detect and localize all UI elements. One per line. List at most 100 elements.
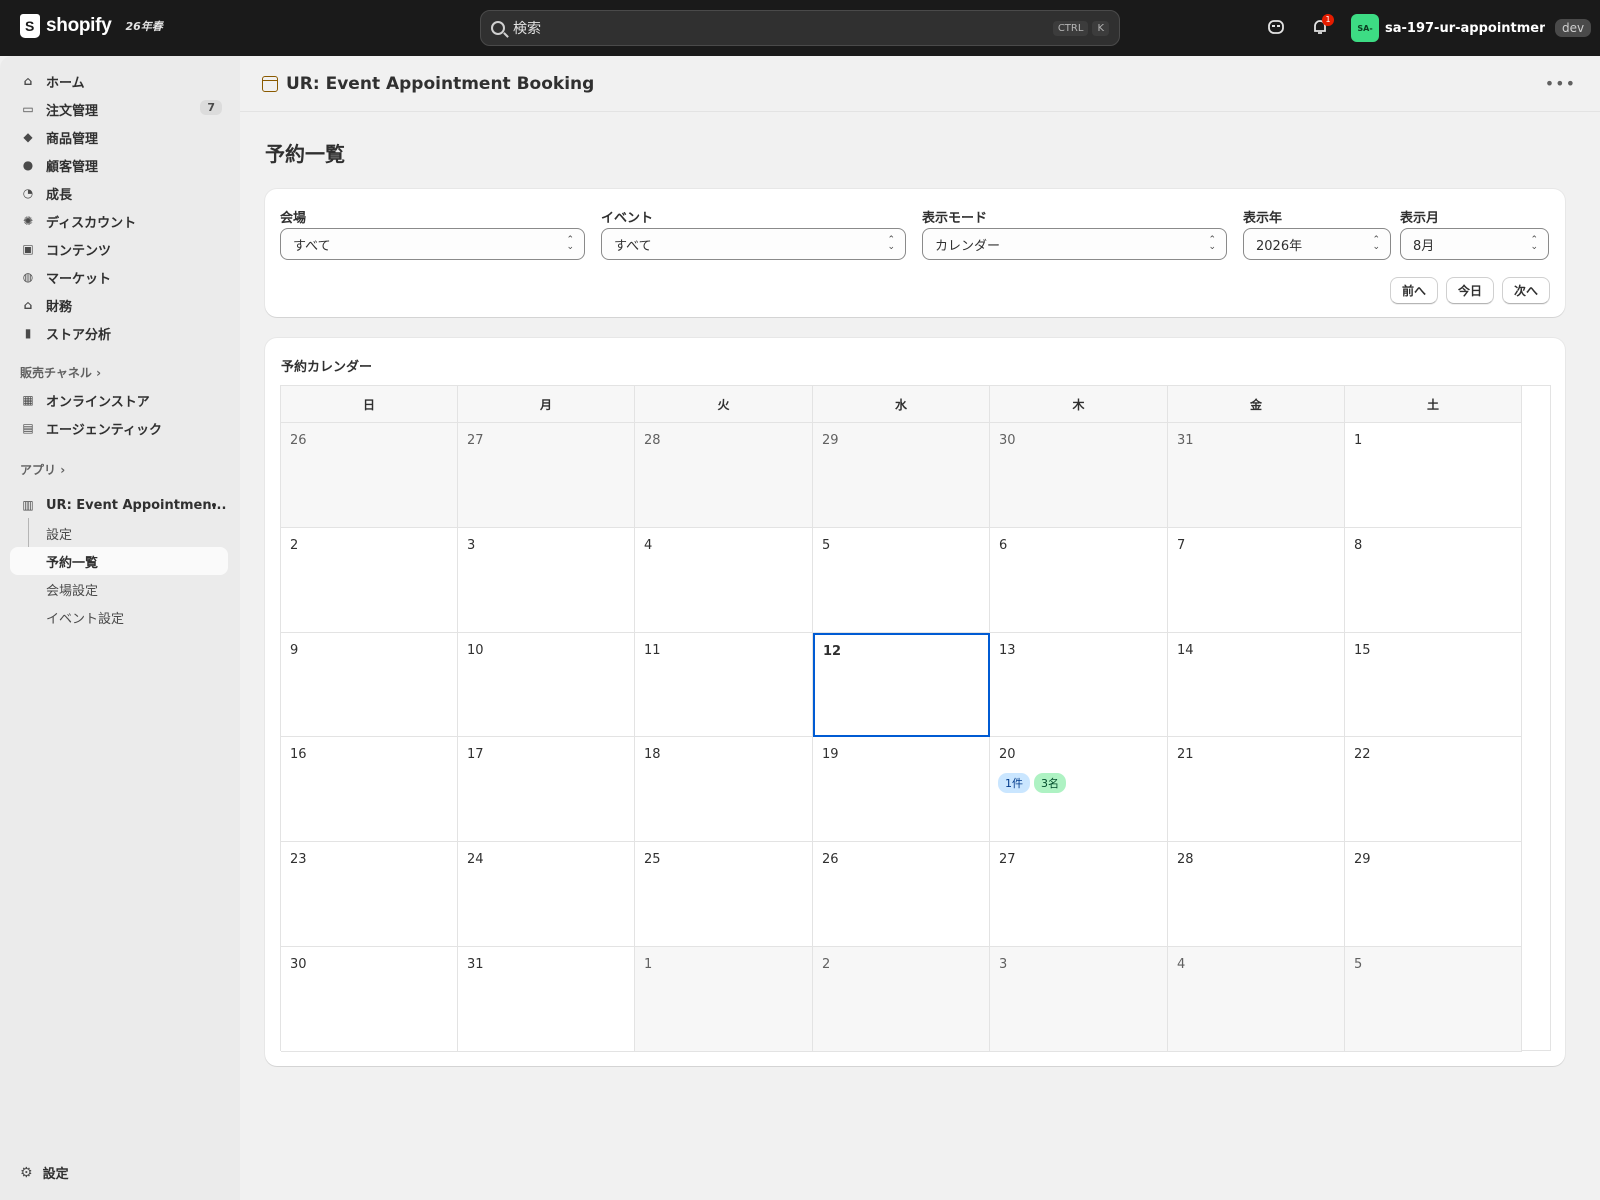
venue-value: すべて (293, 238, 331, 254)
calendar-grid: 日月火水木金土 26 27 28 29 30 31 1 2 3 4 5 6 7 8 9 10 11 12 13 14 15… (280, 385, 1551, 1052)
sidebar-item-analytics[interactable]: ▮ ストア分析 (10, 319, 228, 347)
calendar-card: 予約カレンダー 日月火水木金土 26 27 28 29 30 31 1 2 3 4 5 6 7 8 9 10 11… (265, 338, 1565, 1066)
calendar-day[interactable]: 28 (1168, 842, 1345, 947)
calendar-day[interactable]: 27 (990, 842, 1168, 947)
calendar-day[interactable]: 26 (281, 423, 458, 528)
calendar-day[interactable]: 16 (281, 737, 458, 843)
day-number: 14 (1177, 642, 1194, 658)
sidebar-item-discounts[interactable]: ✺ ディスカウント (10, 207, 228, 235)
sidebar-item-home[interactable]: ⌂ ホーム (10, 67, 228, 95)
calendar-day[interactable]: 5 (1345, 947, 1522, 1052)
year-select[interactable]: 2026年 ⌃ ⌄ (1243, 228, 1391, 260)
calendar-day[interactable]: 4 (1168, 947, 1345, 1052)
calendar-day[interactable]: 28 (635, 423, 813, 528)
app-title-bar: UR: Event Appointment Booking ••• (240, 56, 1600, 112)
sidebar-item-growth[interactable]: ◔ 成長 (10, 179, 228, 207)
calendar-day[interactable]: 6 (990, 527, 1168, 633)
gear-icon: ⚙ (20, 1164, 33, 1181)
prev-button[interactable]: 前へ (1390, 277, 1438, 304)
calendar-day[interactable]: 14 (1168, 632, 1345, 738)
event-select[interactable]: すべて ⌃ ⌄ (601, 228, 906, 260)
attendee-count-badge[interactable]: 3名 (1034, 773, 1066, 794)
day-number: 12 (823, 643, 842, 659)
sidebar-subitem-event-settings[interactable]: イベント設定 (10, 603, 228, 631)
calendar-day[interactable]: 2 (813, 947, 990, 1052)
sidebar-item-products[interactable]: ◆ 商品管理 (10, 123, 228, 151)
calendar-day[interactable]: 3 (990, 947, 1168, 1052)
calendar-day[interactable]: 26 (813, 842, 990, 947)
calendar-day[interactable]: 10 (458, 632, 635, 738)
calendar-day[interactable]: 20 1件 3名 (990, 737, 1168, 843)
more-actions-icon[interactable]: ••• (1545, 74, 1576, 93)
sales-channels-heading[interactable]: 販売チャネル › (20, 364, 101, 381)
brand-name: shopify (46, 15, 112, 36)
calendar-day[interactable]: 23 (281, 842, 458, 947)
sidebar-item-finance[interactable]: ⌂ 財務 (10, 291, 228, 319)
env-badge: dev (1555, 19, 1592, 37)
select-chevron-icon: ⌃ ⌄ (1530, 235, 1538, 252)
sidebar-item-content[interactable]: ▣ コンテンツ (10, 235, 228, 263)
calendar-day[interactable]: 22 (1345, 737, 1522, 843)
notification-count: 1 (1322, 14, 1334, 26)
calendar-day[interactable]: 11 (635, 632, 813, 738)
calendar-day[interactable]: 31 (458, 947, 635, 1052)
calendar-day[interactable]: 17 (458, 737, 635, 843)
day-number: 28 (644, 433, 661, 448)
venue-select[interactable]: すべて ⌃ ⌄ (280, 228, 585, 260)
calendar-day[interactable]: 30 (281, 947, 458, 1052)
sidebar-item-customers[interactable]: ● 顧客管理 (10, 151, 228, 179)
calendar-day[interactable]: 2 (281, 527, 458, 633)
calendar-day[interactable]: 9 (281, 632, 458, 738)
day-number: 5 (822, 537, 831, 553)
calendar-day[interactable]: 30 (990, 423, 1168, 528)
month-select[interactable]: 8月 ⌃ ⌄ (1400, 228, 1549, 260)
calendar-day[interactable]: 19 (813, 737, 990, 843)
calendar-day[interactable]: 24 (458, 842, 635, 947)
shopify-logo[interactable]: shopify 26年春 (20, 14, 163, 38)
sidekick-icon[interactable] (1266, 18, 1286, 38)
day-number: 18 (644, 747, 661, 763)
calendar-day[interactable]: 13 (990, 632, 1168, 738)
sidebar-item-online-store[interactable]: ▦ オンラインストア (10, 386, 228, 414)
sidebar-subitem-label: 会場設定 (46, 583, 99, 599)
calendar-day[interactable]: 5 (813, 527, 990, 633)
next-button[interactable]: 次へ (1502, 277, 1550, 304)
sidebar-item-agentic[interactable]: ▤ エージェンティック (10, 414, 228, 442)
day-number: 29 (822, 433, 839, 448)
calendar-day[interactable]: 21 (1168, 737, 1345, 843)
settings-link[interactable]: ⚙ 設定 (20, 1163, 69, 1183)
sidebar-subitem-reservations[interactable]: 予約一覧 (10, 547, 228, 575)
calendar-day[interactable]: 29 (813, 423, 990, 528)
calendar-day[interactable]: 27 (458, 423, 635, 528)
calendar-day[interactable]: 3 (458, 527, 635, 633)
sidebar-subitem-settings[interactable]: 設定 (10, 519, 228, 547)
calendar-day[interactable]: 8 (1345, 527, 1522, 633)
calendar-day[interactable]: 15 (1345, 632, 1522, 738)
day-number: 15 (1354, 642, 1371, 658)
sidebar-item-orders[interactable]: ▭ 注文管理 7 (10, 95, 228, 123)
calendar-day[interactable]: 1 (635, 947, 813, 1052)
sidebar-item-app[interactable]: ▥ UR: Event Appointmen... (10, 491, 228, 519)
apps-heading[interactable]: アプリ › (20, 461, 65, 478)
calendar-day[interactable]: 29 (1345, 842, 1522, 947)
display-mode-select[interactable]: カレンダー ⌃ ⌄ (922, 228, 1227, 260)
app-title: UR: Event Appointment Booking (286, 73, 595, 94)
calendar-day[interactable]: 31 (1168, 423, 1345, 528)
calendar-day[interactable]: 1 (1345, 423, 1522, 528)
calendar-day-today[interactable]: 12 (813, 632, 990, 738)
sidebar-subitem-venue-settings[interactable]: 会場設定 (10, 575, 228, 603)
calendar-day[interactable]: 18 (635, 737, 813, 843)
today-button[interactable]: 今日 (1446, 277, 1494, 304)
search-input[interactable]: 検索 CTRL K (480, 10, 1120, 46)
bank-icon: ⌂ (23, 298, 33, 312)
calendar-day[interactable]: 25 (635, 842, 813, 947)
weekday-header: 月 (458, 386, 635, 423)
store-menu-button[interactable]: SA- sa-197-ur-appointment-a... dev (1351, 14, 1592, 42)
calendar-icon (262, 75, 278, 92)
notification-bell-icon[interactable]: 1 (1310, 14, 1334, 38)
booking-count-badge[interactable]: 1件 (998, 773, 1030, 794)
calendar-day[interactable]: 4 (635, 527, 813, 633)
calendar-day[interactable]: 7 (1168, 527, 1345, 633)
sidebar-item-markets[interactable]: ◍ マーケット (10, 263, 228, 291)
globe-icon: ◍ (22, 270, 34, 284)
